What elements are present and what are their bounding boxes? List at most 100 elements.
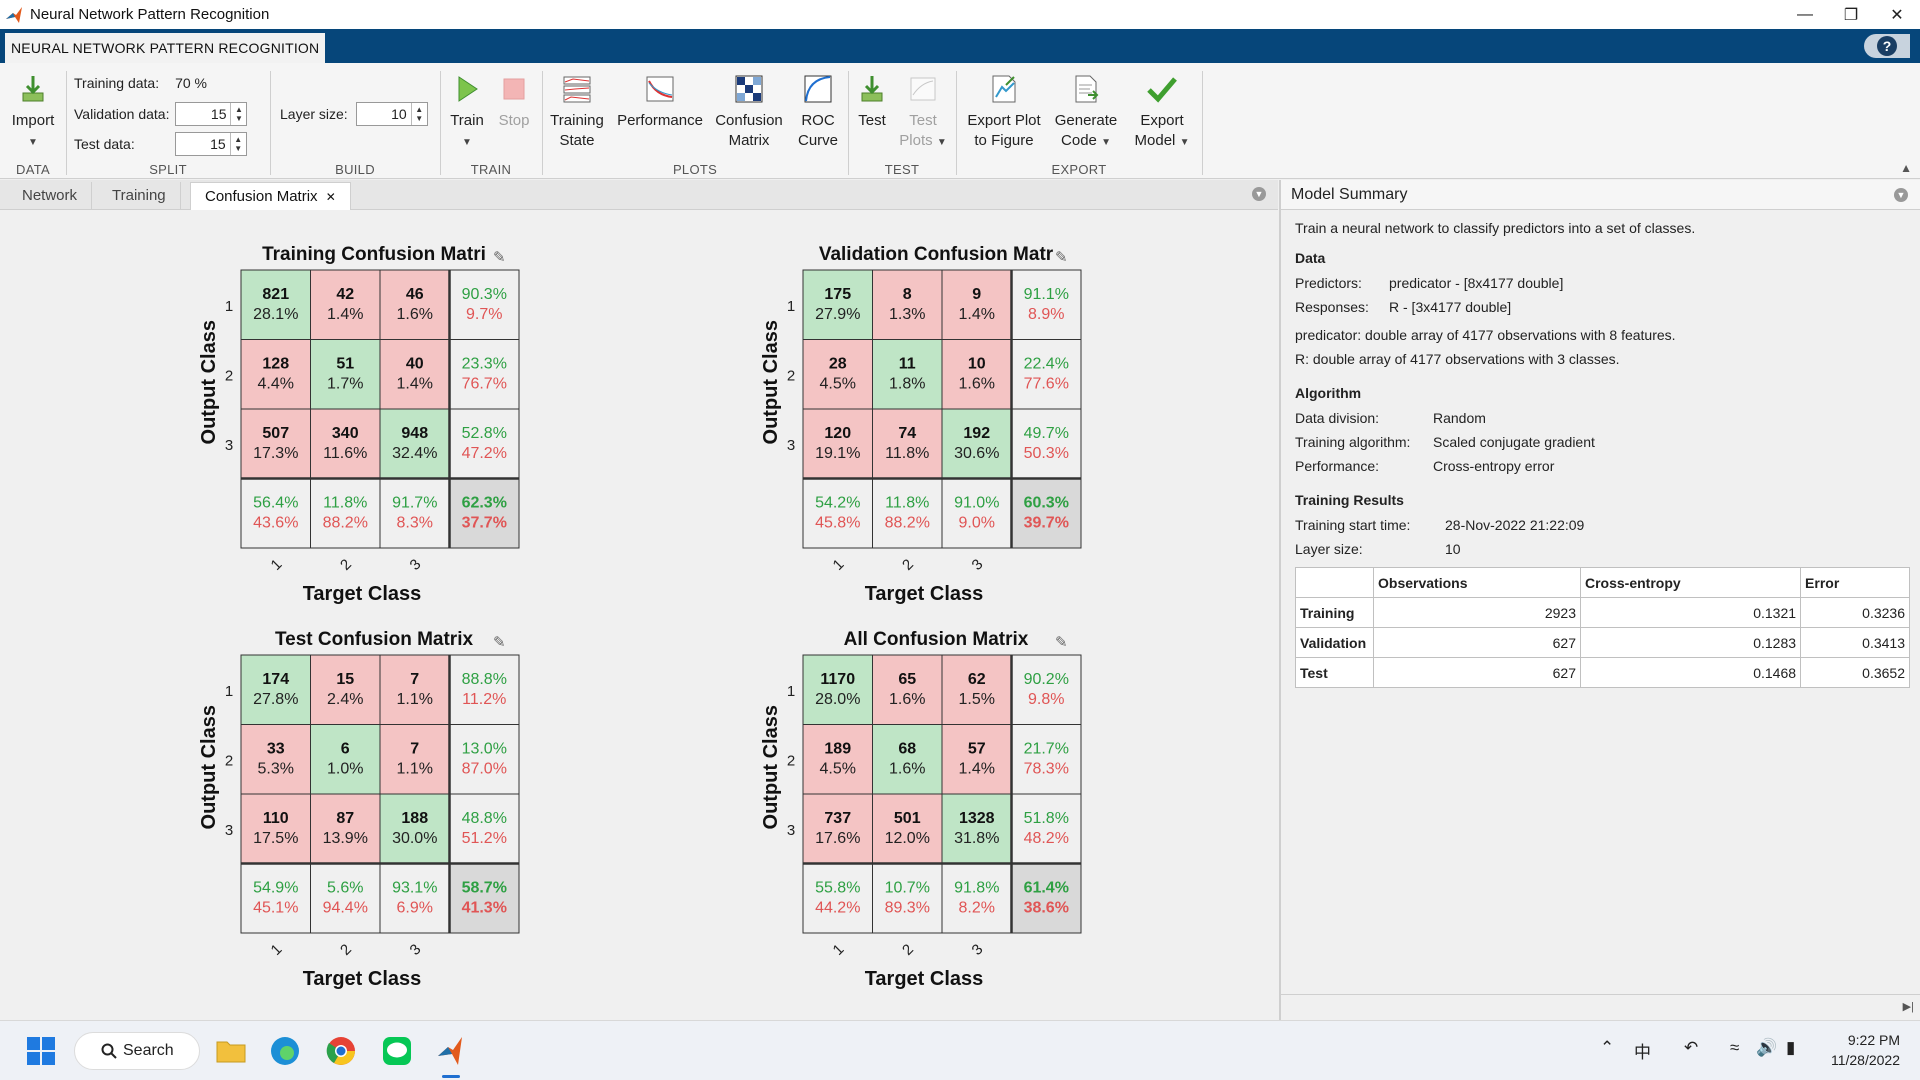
cell-count: 9	[972, 286, 981, 303]
ime-indicator[interactable]: 中	[1634, 1038, 1651, 1063]
row-error: 50.3%	[1024, 445, 1069, 462]
column-error: 89.3%	[885, 900, 930, 917]
stop-button[interactable]: Stop	[494, 73, 534, 131]
performance-icon	[646, 76, 674, 102]
help-button[interactable]: ?	[1864, 34, 1910, 58]
cell-count: 10	[968, 356, 986, 373]
matrix-cell	[872, 724, 943, 795]
table-cell: 0.1468	[1579, 657, 1802, 688]
export-model-button[interactable]: Export Model ▼	[1128, 73, 1196, 153]
spinner-arrows-icon[interactable]: ▲ ▼	[229, 133, 246, 155]
matrix-cell	[941, 339, 1012, 410]
matrix-cell	[379, 654, 450, 725]
undo-icon[interactable]: ↶	[1684, 1038, 1698, 1058]
export-plot-icon	[992, 75, 1016, 103]
figure-toolbar-icon: ✎	[493, 634, 506, 651]
overall-accuracy-cell	[1011, 478, 1082, 549]
table-header-row: Observations Cross-entropy Error	[1295, 567, 1910, 598]
tab-training[interactable]: Training	[98, 182, 181, 210]
collapse-toolstrip-icon[interactable]: ▲	[1900, 161, 1912, 175]
validation-data-spinner[interactable]: 15 ▲ ▼	[175, 102, 248, 126]
windows-start-icon[interactable]	[24, 1034, 58, 1068]
training-state-label-2: State	[559, 132, 595, 149]
chevron-up-icon[interactable]: ⌃	[1600, 1038, 1614, 1058]
close-button[interactable]: ✕	[1874, 0, 1920, 29]
file-explorer-icon[interactable]	[214, 1034, 248, 1068]
spinner-arrows-icon[interactable]: ▲ ▼	[230, 103, 246, 125]
restore-button[interactable]: ❐	[1828, 0, 1874, 29]
export-plot-button[interactable]: Export Plot to Figure	[962, 73, 1046, 151]
test-data-value[interactable]: 15	[176, 136, 230, 152]
performance-button[interactable]: Performance	[616, 73, 704, 131]
row-precision: 13.0%	[462, 741, 507, 758]
confusion-matrix-button[interactable]: Confusion Matrix	[712, 73, 786, 151]
matlab-taskbar-icon[interactable]	[434, 1034, 468, 1068]
matrix-cell	[310, 339, 381, 410]
line-app-icon[interactable]	[380, 1034, 414, 1068]
roc-label-1: ROC	[801, 112, 835, 129]
cell-count: 40	[406, 356, 424, 373]
group-label-export: EXPORT	[1051, 162, 1107, 177]
wifi-icon[interactable]: ≈	[1730, 1038, 1739, 1058]
taskbar-search[interactable]: Search	[74, 1032, 200, 1070]
active-app-indicator	[442, 1075, 460, 1078]
row-error: 47.2%	[462, 445, 507, 462]
row-error: 9.7%	[466, 306, 502, 323]
export-model-label-2: Model	[1134, 132, 1176, 149]
table-cell: 627	[1373, 627, 1581, 658]
cell-count: 110	[263, 810, 289, 827]
expand-panel-icon[interactable]: ▶|	[1903, 1000, 1914, 1013]
matrix-cell	[240, 724, 311, 795]
system-clock[interactable]: 9:22 PM 11/28/2022	[1831, 1030, 1900, 1070]
row-summary-cell	[449, 408, 520, 479]
cell-percent: 11.6%	[323, 445, 367, 462]
panel-menu-icon[interactable]: ▼	[1252, 187, 1266, 201]
cell-count: 188	[401, 810, 428, 827]
spinner-arrows-icon[interactable]: ▲ ▼	[410, 103, 427, 125]
test-data-spinner[interactable]: 15 ▲ ▼	[174, 132, 247, 156]
minimize-button[interactable]: —	[1782, 0, 1828, 29]
edge-browser-icon[interactable]	[268, 1034, 302, 1068]
train-button[interactable]: Train ▼	[448, 73, 486, 153]
group-divider	[270, 71, 271, 175]
tab-confusion-matrix[interactable]: Confusion Matrix ✕	[190, 182, 351, 210]
row-precision: 21.7%	[1024, 741, 1069, 758]
group-divider	[848, 71, 849, 175]
cell-percent: 1.4%	[959, 761, 995, 778]
cell-percent: 17.6%	[815, 830, 860, 847]
cell-count: 192	[963, 425, 990, 442]
predictors-row: Predictors: predicator - [8x4177 double]	[1295, 271, 1906, 295]
chrome-browser-icon[interactable]	[324, 1034, 358, 1068]
close-tab-icon[interactable]: ✕	[326, 190, 336, 204]
row-tick-label: 3	[225, 437, 233, 454]
panel-menu-icon[interactable]: ▼	[1894, 188, 1908, 202]
test-plots-button[interactable]: Test Plots ▼	[898, 73, 948, 153]
tab-neural-network-pattern-recognition[interactable]: NEURAL NETWORK PATTERN RECOGNITION	[5, 33, 326, 63]
overall-accuracy: 60.3%	[1024, 495, 1069, 512]
import-icon	[22, 76, 44, 102]
matrix-cell	[240, 793, 311, 864]
matrix-cell	[941, 793, 1012, 864]
tab-network[interactable]: Network	[8, 182, 93, 210]
battery-icon[interactable]: ▮	[1786, 1038, 1795, 1058]
test-button[interactable]: Test	[854, 73, 890, 131]
summary-scrollbar[interactable]: ▶|	[1281, 994, 1920, 1020]
row-precision: 90.2%	[1024, 671, 1069, 688]
matrix-cell	[240, 339, 311, 410]
import-button[interactable]: Import ▼	[8, 73, 58, 153]
column-recall: 55.8%	[815, 880, 860, 897]
cell-percent: 1.0%	[327, 761, 363, 778]
validation-data-value[interactable]: 15	[176, 106, 230, 122]
matlab-logo-icon	[6, 6, 22, 23]
roc-curve-button[interactable]: ROC Curve	[794, 73, 842, 151]
volume-icon[interactable]: 🔊	[1756, 1038, 1777, 1058]
column-header-cross-entropy: Cross-entropy	[1579, 567, 1802, 598]
layer-size-spinner[interactable]: 10 ▲ ▼	[355, 102, 428, 126]
generate-code-button[interactable]: Generate Code ▼	[1050, 73, 1122, 153]
training-state-button[interactable]: Training State	[548, 73, 606, 151]
layer-size-value[interactable]: 10	[357, 106, 411, 122]
column-error: 6.9%	[397, 900, 433, 917]
matrix-cell	[872, 269, 943, 340]
column-summary-cell	[941, 478, 1012, 549]
row-tick-label: 3	[225, 822, 233, 839]
